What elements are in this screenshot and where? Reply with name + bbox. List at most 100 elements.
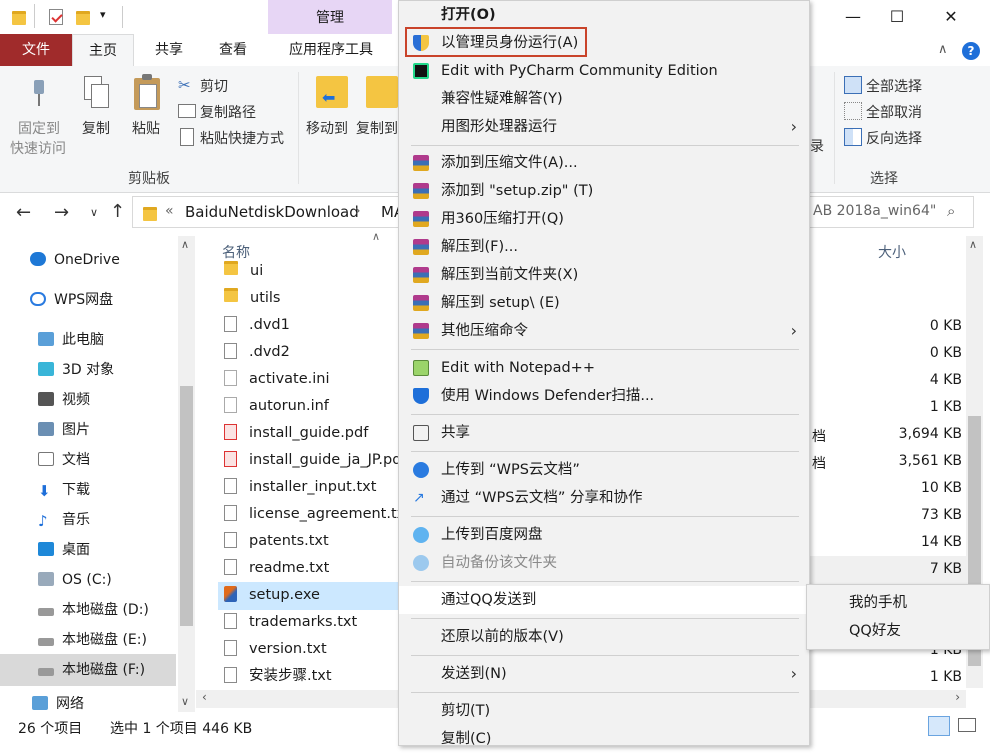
invert-selection-button[interactable]: 反向选择 [866,128,922,148]
nav-item-music[interactable]: ♪ 音乐 [38,506,90,534]
file-row[interactable]: .dvd2 [224,339,290,366]
nav-item-downloads[interactable]: ⬇ 下载 [38,476,90,504]
forward-arrow-icon[interactable]: → [54,202,69,223]
properties-icon[interactable] [49,9,63,25]
nav-item-drive-e[interactable]: 本地磁盘 (E:) [38,626,147,654]
help-icon[interactable]: ? [962,42,980,60]
menu-item-other-compress[interactable]: 其他压缩命令 › [399,317,809,345]
move-to-button[interactable]: 移动到 [306,118,348,138]
nav-item-this-pc[interactable]: 此电脑 [38,326,104,354]
menu-item-share-wps[interactable]: ↗ 通过 “WPS云文档” 分享和协作 [399,484,809,512]
new-folder-icon[interactable] [76,11,90,25]
menu-item-add-archive[interactable]: 添加到压缩文件(A)... [399,149,809,177]
menu-item-compat[interactable]: 兼容性疑难解答(Y) [399,85,809,113]
tab-view[interactable]: 查看 [206,34,260,66]
menu-item-send-qq[interactable]: 通过QQ发送到 [399,586,809,614]
menu-item-defender[interactable]: 使用 Windows Defender扫描... [399,382,809,410]
search-input[interactable]: AB 2018a_win64" [813,203,936,219]
cut-button[interactable]: 剪切 [200,76,228,96]
menu-item-backup-baidu[interactable]: 自动备份该文件夹 [399,549,809,577]
copy-to-button[interactable]: 复制到 [356,118,398,138]
nav-item-drive-f[interactable]: 本地磁盘 (F:) [38,656,145,684]
column-header-size[interactable]: 大小 [878,242,906,262]
submenu-item-qq-friend[interactable]: QQ好友 [849,617,901,645]
maximize-button[interactable]: ☐ [874,0,920,34]
menu-item-restore[interactable]: 还原以前的版本(V) [399,623,809,651]
collapse-ribbon-icon[interactable]: ∧ [938,42,948,57]
paste-shortcut-button[interactable]: 粘贴快捷方式 [200,128,284,148]
file-row[interactable]: installer_input.txt [224,474,376,501]
file-row[interactable]: install_guide_ja_JP.pd [224,447,401,474]
nav-item-documents[interactable]: 文档 [38,446,90,474]
nav-item-pictures[interactable]: 图片 [38,416,90,444]
menu-item-share[interactable]: 共享 [399,419,809,447]
file-row[interactable]: .dvd1 [224,312,290,339]
copy-icon[interactable] [84,76,109,108]
up-arrow-icon[interactable]: ↑ [110,201,125,222]
menu-item-cut[interactable]: 剪切(T) [399,697,809,725]
nav-item-desktop[interactable]: 桌面 [38,536,90,564]
file-row[interactable]: activate.ini [224,366,330,393]
file-row-selected[interactable]: setup.exe [224,582,320,609]
large-icons-view-icon[interactable] [958,718,976,732]
select-all-button[interactable]: 全部选择 [866,76,922,96]
breadcrumb-overflow[interactable]: « [165,203,174,219]
close-button[interactable]: ✕ [928,0,974,34]
copy-button[interactable]: 复制 [82,118,110,138]
search-icon[interactable]: ⌕ [947,202,955,220]
nav-item-3d-objects[interactable]: 3D 对象 [38,356,114,384]
menu-item-pycharm[interactable]: Edit with PyCharm Community Edition [399,57,809,85]
nav-item-wps[interactable]: WPS网盘 [30,286,113,314]
move-to-icon[interactable]: ⬅ [316,76,348,108]
menu-item-add-zip[interactable]: 添加到 "setup.zip" (T) [399,177,809,205]
details-view-icon[interactable] [928,716,950,736]
menu-item-gpu[interactable]: 用图形处理器运行 › [399,113,809,141]
menu-item-send-to[interactable]: 发送到(N) › [399,660,809,688]
nav-item-videos[interactable]: 视频 [38,386,90,414]
file-row[interactable]: trademarks.txt [224,609,357,636]
minimize-button[interactable]: — [830,0,876,34]
tab-share[interactable]: 共享 [142,34,196,66]
file-row[interactable]: install_guide.pdf [224,420,368,447]
file-row[interactable]: patents.txt [224,528,329,555]
menu-item-notepad[interactable]: Edit with Notepad++ [399,354,809,382]
menu-item-upload-baidu[interactable]: 上传到百度网盘 [399,521,809,549]
recent-locations-icon[interactable]: ∨ [90,206,98,219]
nav-item-network[interactable]: 网络 [32,696,84,712]
nav-item-onedrive[interactable]: OneDrive [30,246,120,274]
file-row[interactable]: version.txt [224,636,327,663]
nav-item-drive-c[interactable]: OS (C:) [38,566,112,594]
breadcrumb-item[interactable]: BaiduNetdiskDownload [185,203,359,221]
file-row[interactable]: utils [224,285,281,312]
file-row[interactable]: 安装步骤.txt [224,663,332,690]
nav-item-drive-d[interactable]: 本地磁盘 (D:) [38,596,149,624]
tab-manage[interactable]: 管理 [268,0,392,34]
submenu-item-my-phone[interactable]: 我的手机 [849,589,907,617]
menu-item-extract-here[interactable]: 解压到当前文件夹(X) [399,261,809,289]
pin-label[interactable]: 固定到 [18,118,60,138]
menu-item-run-as-admin[interactable]: 以管理员身份运行(A) [399,27,809,57]
file-row[interactable]: license_agreement.tx [224,501,405,528]
file-row[interactable]: ui [224,258,263,285]
customize-qat-icon[interactable]: ▾ [100,8,106,21]
file-row[interactable]: autorun.inf [224,393,329,420]
copy-to-icon[interactable] [366,76,398,108]
back-arrow-icon[interactable]: ← [16,202,31,223]
menu-item-extract-to[interactable]: 解压到(F)... [399,233,809,261]
pin-label-2[interactable]: 快速访问 [10,138,66,158]
tab-file[interactable]: 文件 [0,34,72,66]
copy-path-button[interactable]: 复制路径 [200,102,256,122]
menu-item-open[interactable]: 打开(O) [399,1,809,29]
pin-icon[interactable] [28,80,50,106]
menu-item-open-360[interactable]: 用360压缩打开(Q) [399,205,809,233]
menu-item-upload-wps[interactable]: 上传到 “WPS云文档” [399,456,809,484]
paste-icon[interactable] [134,74,162,110]
history-partial[interactable]: 录 [810,136,824,156]
nav-scrollbar[interactable]: ∧ ∨ [178,236,195,712]
tab-app-tools[interactable]: 应用程序工具 [270,34,392,66]
menu-item-copy[interactable]: 复制(C) [399,725,809,753]
file-row[interactable]: readme.txt [224,555,329,582]
select-none-button[interactable]: 全部取消 [866,102,922,122]
menu-item-extract-setup[interactable]: 解压到 setup\ (E) [399,289,809,317]
tab-home[interactable]: 主页 [72,34,134,66]
